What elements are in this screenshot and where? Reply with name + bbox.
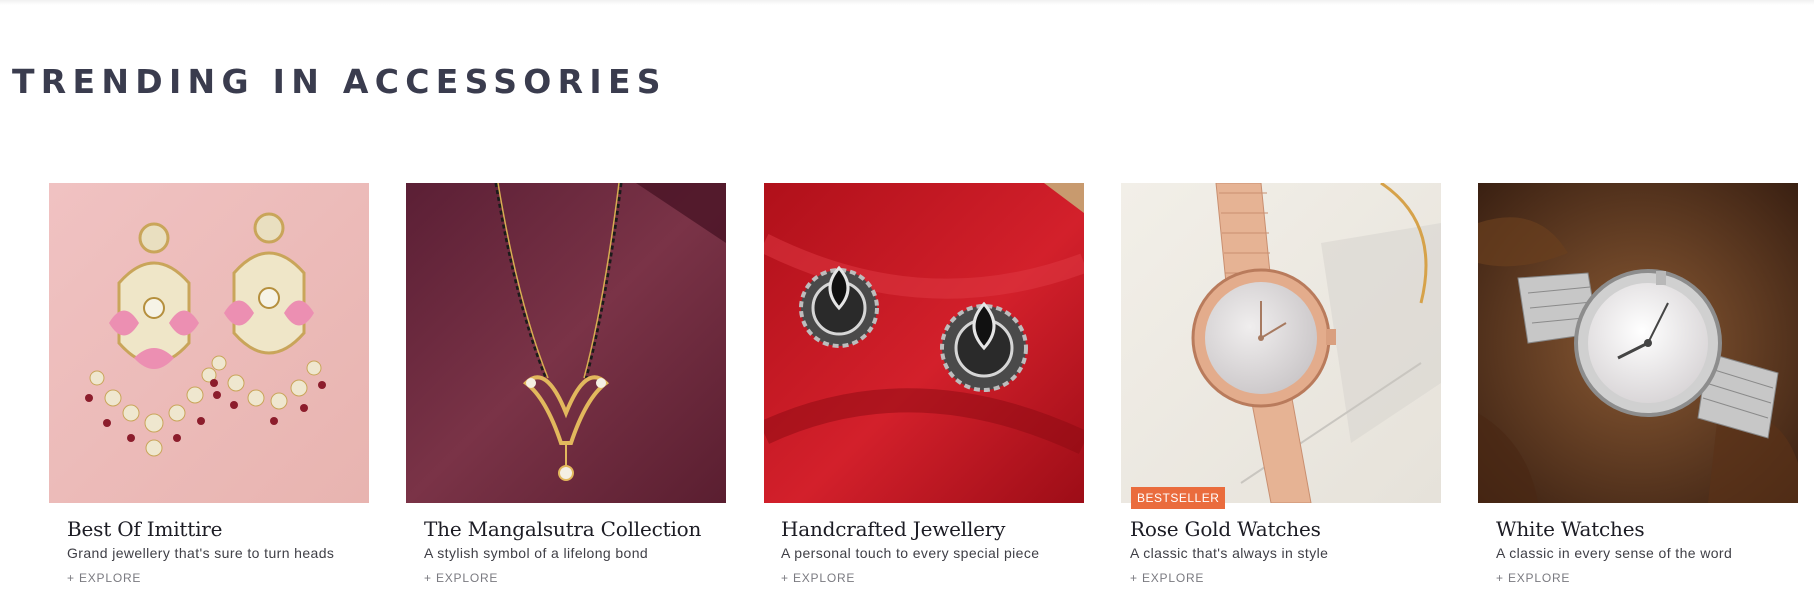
card-title[interactable]: White Watches xyxy=(1496,517,1645,541)
explore-link[interactable]: + EXPLORE xyxy=(1496,571,1570,585)
explore-link[interactable]: + EXPLORE xyxy=(1130,571,1204,585)
white-watch-image[interactable] xyxy=(1478,183,1798,503)
card-subtitle: A classic that's always in style xyxy=(1130,545,1329,561)
card-title[interactable]: Best Of Imittire xyxy=(67,517,222,541)
card-subtitle: Grand jewellery that's sure to turn head… xyxy=(67,545,335,561)
explore-link[interactable]: + EXPLORE xyxy=(424,571,498,585)
earrings-image[interactable] xyxy=(49,183,369,503)
section-title: TRENDING IN ACCESSORIES xyxy=(12,62,667,101)
card-title[interactable]: The Mangalsutra Collection xyxy=(424,517,701,541)
explore-link[interactable]: + EXPLORE xyxy=(781,571,855,585)
card-subtitle: A stylish symbol of a lifelong bond xyxy=(424,545,649,561)
top-divider xyxy=(0,0,1814,5)
oxidised-studs-image[interactable] xyxy=(764,183,1084,503)
mangalsutra-image[interactable] xyxy=(406,183,726,503)
card-white-watches[interactable]: White Watches A classic in every sense o… xyxy=(1478,183,1798,595)
explore-link[interactable]: + EXPLORE xyxy=(67,571,141,585)
card-handcrafted-jewellery[interactable]: Handcrafted Jewellery A personal touch t… xyxy=(764,183,1084,595)
card-mangalsutra-collection[interactable]: The Mangalsutra Collection A stylish sym… xyxy=(406,183,726,595)
card-title[interactable]: Handcrafted Jewellery xyxy=(781,517,1005,541)
card-subtitle: A personal touch to every special piece xyxy=(781,545,1040,561)
bestseller-badge: BESTSELLER xyxy=(1131,487,1226,509)
card-title[interactable]: Rose Gold Watches xyxy=(1130,517,1321,541)
card-rose-gold-watches[interactable]: BESTSELLER Rose Gold Watches A classic t… xyxy=(1121,183,1441,595)
card-best-of-imittire[interactable]: Best Of Imittire Grand jewellery that's … xyxy=(49,183,369,595)
card-subtitle: A classic in every sense of the word xyxy=(1496,545,1733,561)
rose-gold-watch-image[interactable] xyxy=(1121,183,1441,503)
